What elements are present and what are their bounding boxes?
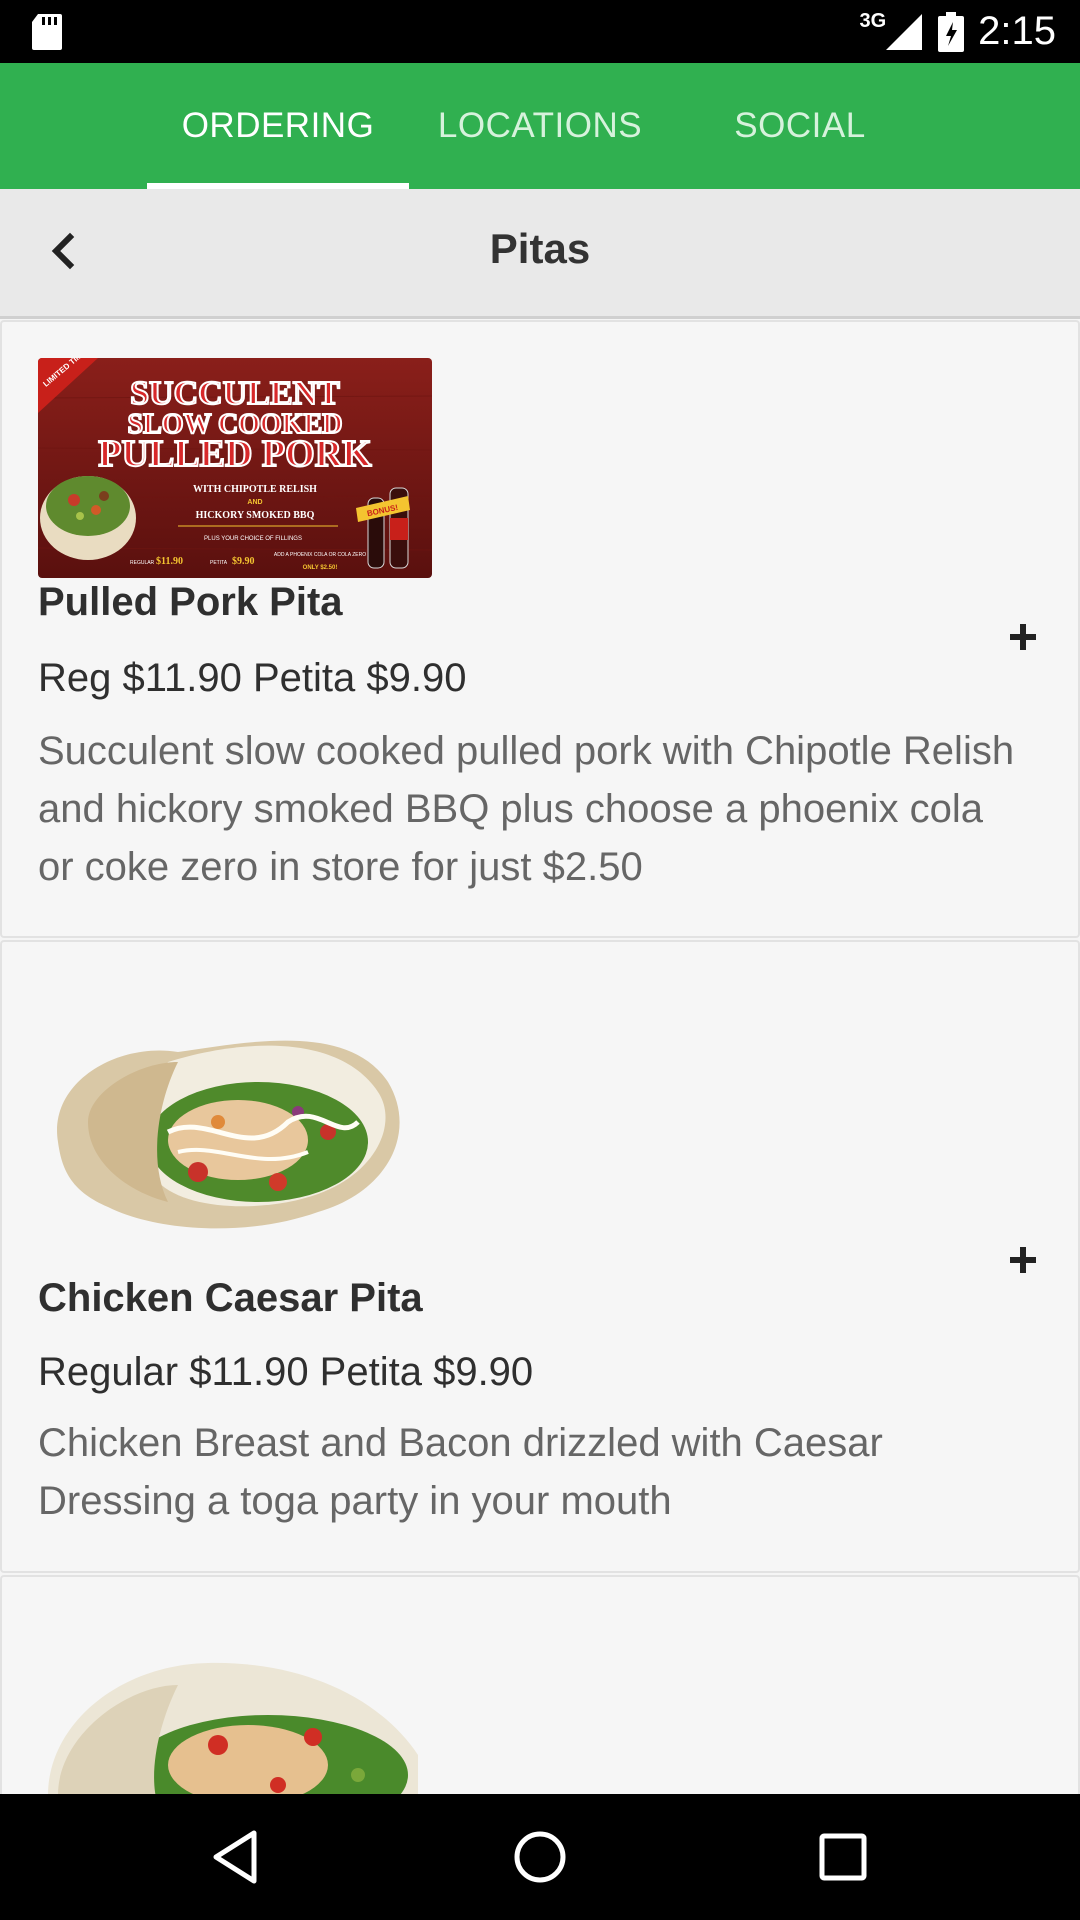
item-description: Chicken Breast and Bacon drizzled with C… [38, 1421, 883, 1523]
battery-icon [938, 11, 965, 52]
plus-icon [1010, 624, 1036, 650]
plus-icon [1010, 1247, 1036, 1273]
svg-text:$9.90: $9.90 [232, 556, 255, 567]
svg-text:AND: AND [247, 499, 262, 506]
sd-card-icon [32, 14, 62, 50]
back-triangle-icon [213, 1830, 257, 1884]
home-circle-icon [514, 1831, 566, 1883]
svg-text:ONLY $2.50!: ONLY $2.50! [303, 565, 338, 571]
tab-bar: ORDERING LOCATIONS SOCIAL [0, 63, 1080, 189]
nav-recents-button[interactable] [808, 1822, 878, 1892]
tab-social[interactable]: SOCIAL [700, 63, 900, 189]
add-item-button[interactable] [998, 1235, 1048, 1285]
item-description: Succulent slow cooked pulled pork with C… [38, 729, 1015, 889]
category-header: Pitas [0, 189, 1080, 319]
pita-photo [38, 1645, 438, 1835]
add-item-button[interactable] [998, 612, 1048, 662]
svg-text:PETITA: PETITA [210, 560, 228, 566]
item-name: Chicken Caesar Pita [38, 1276, 423, 1320]
item-name: Pulled Pork Pita [38, 580, 343, 624]
svg-text:$11.90: $11.90 [156, 556, 183, 567]
item-price: Regular $11.90 Petita $9.90 [38, 1350, 534, 1394]
recents-square-icon [819, 1833, 867, 1881]
tab-locations[interactable]: LOCATIONS [420, 63, 660, 189]
svg-text:PLUS YOUR CHOICE OF FILLINGS: PLUS YOUR CHOICE OF FILLINGS [204, 536, 302, 542]
page-title: Pitas [489, 225, 591, 272]
signal-icon [886, 13, 923, 50]
menu-item-card[interactable]: Chicken Caesar Pita Regular $11.90 Petit… [0, 940, 1080, 1573]
pita-photo [48, 1022, 418, 1247]
promo-banner: LIMITED TIME ONLY SUCCULENT SLOW COOKED … [37, 332, 433, 583]
svg-text:PULLED PORK: PULLED PORK [98, 433, 372, 475]
svg-text:SUCCULENT: SUCCULENT [130, 375, 340, 412]
nav-home-button[interactable] [505, 1822, 575, 1892]
status-bar: 3G 2:15 [0, 0, 1080, 63]
svg-text:REGULAR: REGULAR [130, 560, 155, 566]
menu-item-card[interactable]: LIMITED TIME ONLY SUCCULENT SLOW COOKED … [0, 320, 1080, 938]
system-nav-bar [0, 1794, 1080, 1920]
item-price: Reg $11.90 Petita $9.90 [38, 656, 467, 700]
tab-ordering[interactable]: ORDERING [147, 63, 409, 189]
svg-text:WITH CHIPOTLE RELISH: WITH CHIPOTLE RELISH [193, 484, 317, 495]
network-type: 3G [859, 10, 887, 32]
svg-text:HICKORY SMOKED BBQ: HICKORY SMOKED BBQ [196, 510, 315, 521]
clock: 2:15 [978, 9, 1056, 53]
nav-back-button[interactable] [200, 1822, 270, 1892]
svg-text:ADD A PHOENIX COLA OR COLA ZER: ADD A PHOENIX COLA OR COLA ZERO [274, 552, 366, 558]
